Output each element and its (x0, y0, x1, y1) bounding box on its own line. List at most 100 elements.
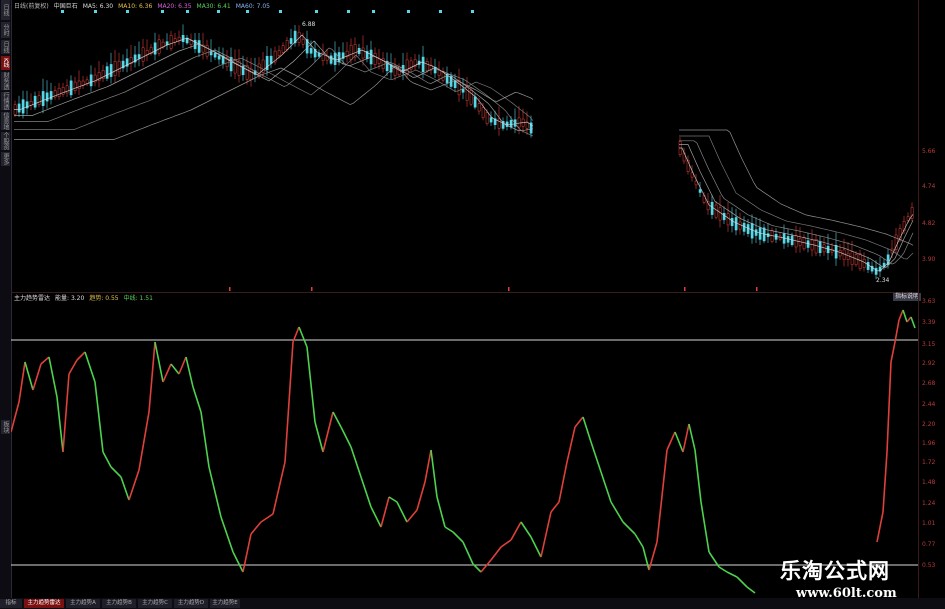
candle (133, 45, 137, 68)
candle (261, 51, 265, 78)
indicator-segment (674, 431, 684, 453)
left-toolbar-button[interactable]: 财务透视 (1, 72, 10, 90)
candle (718, 195, 722, 228)
candle (910, 202, 914, 222)
indicator-segment (642, 546, 650, 571)
candle (57, 82, 61, 100)
y-axis-tick-label: 3.63 (922, 298, 936, 305)
y-axis-tick-label: 5.66 (922, 148, 936, 155)
candle (69, 75, 73, 99)
candle (806, 232, 810, 253)
candle (758, 218, 762, 246)
indicator-tab[interactable]: 主力趋势雷达 (24, 599, 64, 608)
indicator-segment (110, 466, 122, 478)
left-toolbar-button[interactable]: 个股资料 (1, 132, 10, 150)
indicator-segment (718, 566, 728, 573)
legend-entry: MA10: 6.36 (118, 3, 153, 10)
candle (49, 82, 53, 105)
indicator-segment (192, 386, 202, 413)
left-toolbar-button[interactable]: 信息地雷 (1, 112, 10, 130)
volume-marker (756, 287, 758, 291)
left-toolbar-button[interactable]: 日线(前复权) (1, 0, 10, 20)
candle (401, 53, 405, 81)
signal-marker (279, 10, 282, 13)
legend-entry: MA60: 7.05 (235, 3, 270, 10)
indicator-tab[interactable]: 主力趋势C (138, 599, 172, 608)
indicator-segment (500, 539, 512, 548)
candle (381, 52, 385, 73)
y-axis-tick-label: 1.24 (922, 500, 936, 507)
candle (225, 50, 229, 71)
volume-marker (229, 287, 231, 291)
signal-marker (161, 10, 164, 13)
candle (89, 65, 93, 92)
left-toolbar-button[interactable]: 板块 (1, 420, 10, 434)
indicator-segment (148, 341, 156, 413)
candle (25, 90, 29, 115)
indicator-segment (902, 309, 908, 323)
candle (489, 111, 493, 126)
candlestick-chart[interactable] (11, 0, 918, 292)
candle (145, 39, 149, 62)
signal-marker (407, 10, 410, 13)
indicator-segment (726, 571, 738, 578)
candle (794, 225, 798, 253)
left-toolbar-button[interactable]: 分时 (1, 22, 10, 38)
candle (157, 34, 161, 57)
signal-marker (61, 10, 64, 13)
indicator-segment (18, 361, 26, 403)
candle (41, 78, 45, 114)
y-axis-tick-label: 3.39 (922, 319, 936, 326)
indicator-tab[interactable]: 主力趋势A (66, 599, 100, 608)
candle (834, 232, 838, 266)
indicator-segment (700, 501, 710, 553)
indicator-segment (314, 421, 324, 453)
left-toolbar-button[interactable]: 行情透视 (1, 92, 10, 110)
left-toolbar-button[interactable]: 日线 (1, 40, 10, 54)
indicator-segment (94, 381, 104, 453)
indicator-segment (890, 341, 896, 363)
indicator-segment (272, 461, 286, 515)
candle (353, 37, 357, 62)
left-toolbar-button[interactable]: 更多 (1, 152, 10, 166)
candle (73, 76, 77, 94)
candle (365, 45, 369, 63)
candle (878, 256, 882, 278)
indicator-tab[interactable]: 主力趋势E (210, 599, 240, 608)
y-axis-tick-label: 2.44 (922, 401, 936, 408)
indicator-chart[interactable] (11, 302, 918, 598)
indicator-segment (154, 341, 164, 383)
indicator-segment (906, 316, 912, 323)
signal-marker (94, 10, 97, 13)
indicator-segment (185, 356, 194, 388)
legend-entry: 趋势: 0.55 (89, 295, 119, 302)
indicator-tab[interactable]: 指标 (0, 599, 22, 608)
indicator-segment (622, 521, 636, 535)
indicator-segment (370, 506, 382, 528)
indicator-help-button[interactable]: 指标说明 (893, 293, 921, 301)
candle (281, 42, 285, 55)
indicator-segment (62, 373, 70, 453)
indicator-segment (540, 511, 552, 558)
legend-entry: MA20: 6.35 (157, 3, 192, 10)
indicator-segment (208, 466, 222, 518)
indicator-tab[interactable]: 主力趋势D (174, 599, 208, 608)
candle (109, 52, 113, 84)
left-toolbar-button[interactable]: K线图 (1, 56, 10, 70)
indicator-segment (76, 351, 86, 361)
candle (185, 35, 189, 45)
signal-marker (217, 10, 220, 13)
candle (505, 115, 509, 131)
candle (45, 80, 49, 109)
candle (197, 32, 201, 58)
indicator-segment (444, 526, 454, 533)
candle (818, 235, 822, 257)
indicator-segment (886, 361, 892, 453)
candle (85, 76, 89, 87)
candle (77, 70, 81, 96)
indicator-tab[interactable]: 主力趋势B (102, 599, 136, 608)
candle (413, 53, 417, 70)
y-axis-tick-label: 2.68 (922, 380, 936, 387)
indicator-segment (138, 411, 150, 471)
signal-marker (347, 10, 350, 13)
